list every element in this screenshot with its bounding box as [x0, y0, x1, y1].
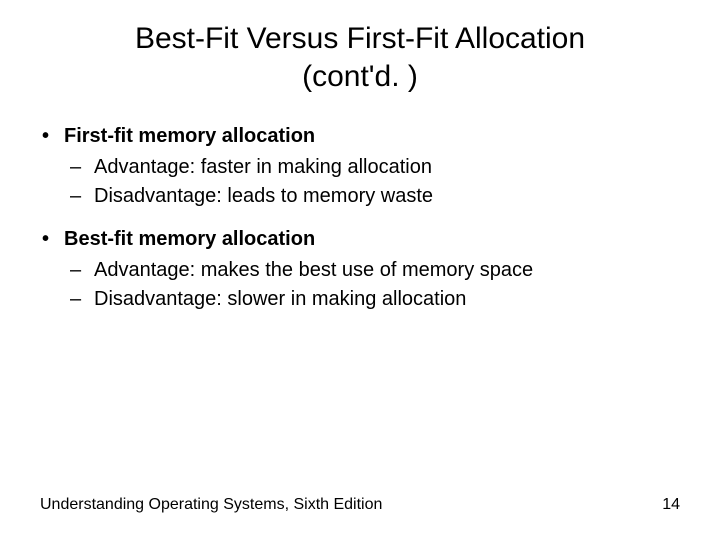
title-line-1: Best-Fit Versus First-Fit Allocation — [135, 22, 585, 55]
bullet-icon: • — [40, 226, 64, 253]
bullet-heading: First-fit memory allocation — [64, 123, 315, 150]
dash-icon: – — [70, 183, 94, 210]
sub-item: – Disadvantage: slower in making allocat… — [40, 286, 680, 313]
slide-title: Best-Fit Versus First-Fit Allocation (co… — [40, 20, 680, 95]
dash-icon: – — [70, 286, 94, 313]
slide-footer: Understanding Operating Systems, Sixth E… — [40, 496, 680, 514]
sub-item-text: Disadvantage: leads to memory waste — [94, 183, 433, 210]
sub-item-text: Advantage: makes the best use of memory … — [94, 257, 533, 284]
footer-text: Understanding Operating Systems, Sixth E… — [40, 496, 382, 514]
dash-icon: – — [70, 154, 94, 181]
sub-item: – Disadvantage: leads to memory waste — [40, 183, 680, 210]
bullet-heading: Best-fit memory allocation — [64, 226, 315, 253]
dash-icon: – — [70, 257, 94, 284]
sub-item: – Advantage: faster in making allocation — [40, 154, 680, 181]
slide-content: • First-fit memory allocation – Advantag… — [40, 123, 680, 313]
bullet-best-fit: • Best-fit memory allocation — [40, 226, 680, 253]
bullet-first-fit: • First-fit memory allocation — [40, 123, 680, 150]
sub-item-text: Advantage: faster in making allocation — [94, 154, 432, 181]
sub-item: – Advantage: makes the best use of memor… — [40, 257, 680, 284]
page-number: 14 — [662, 496, 680, 514]
sub-item-text: Disadvantage: slower in making allocatio… — [94, 286, 466, 313]
bullet-icon: • — [40, 123, 64, 150]
title-line-2: (cont'd. ) — [302, 60, 418, 93]
